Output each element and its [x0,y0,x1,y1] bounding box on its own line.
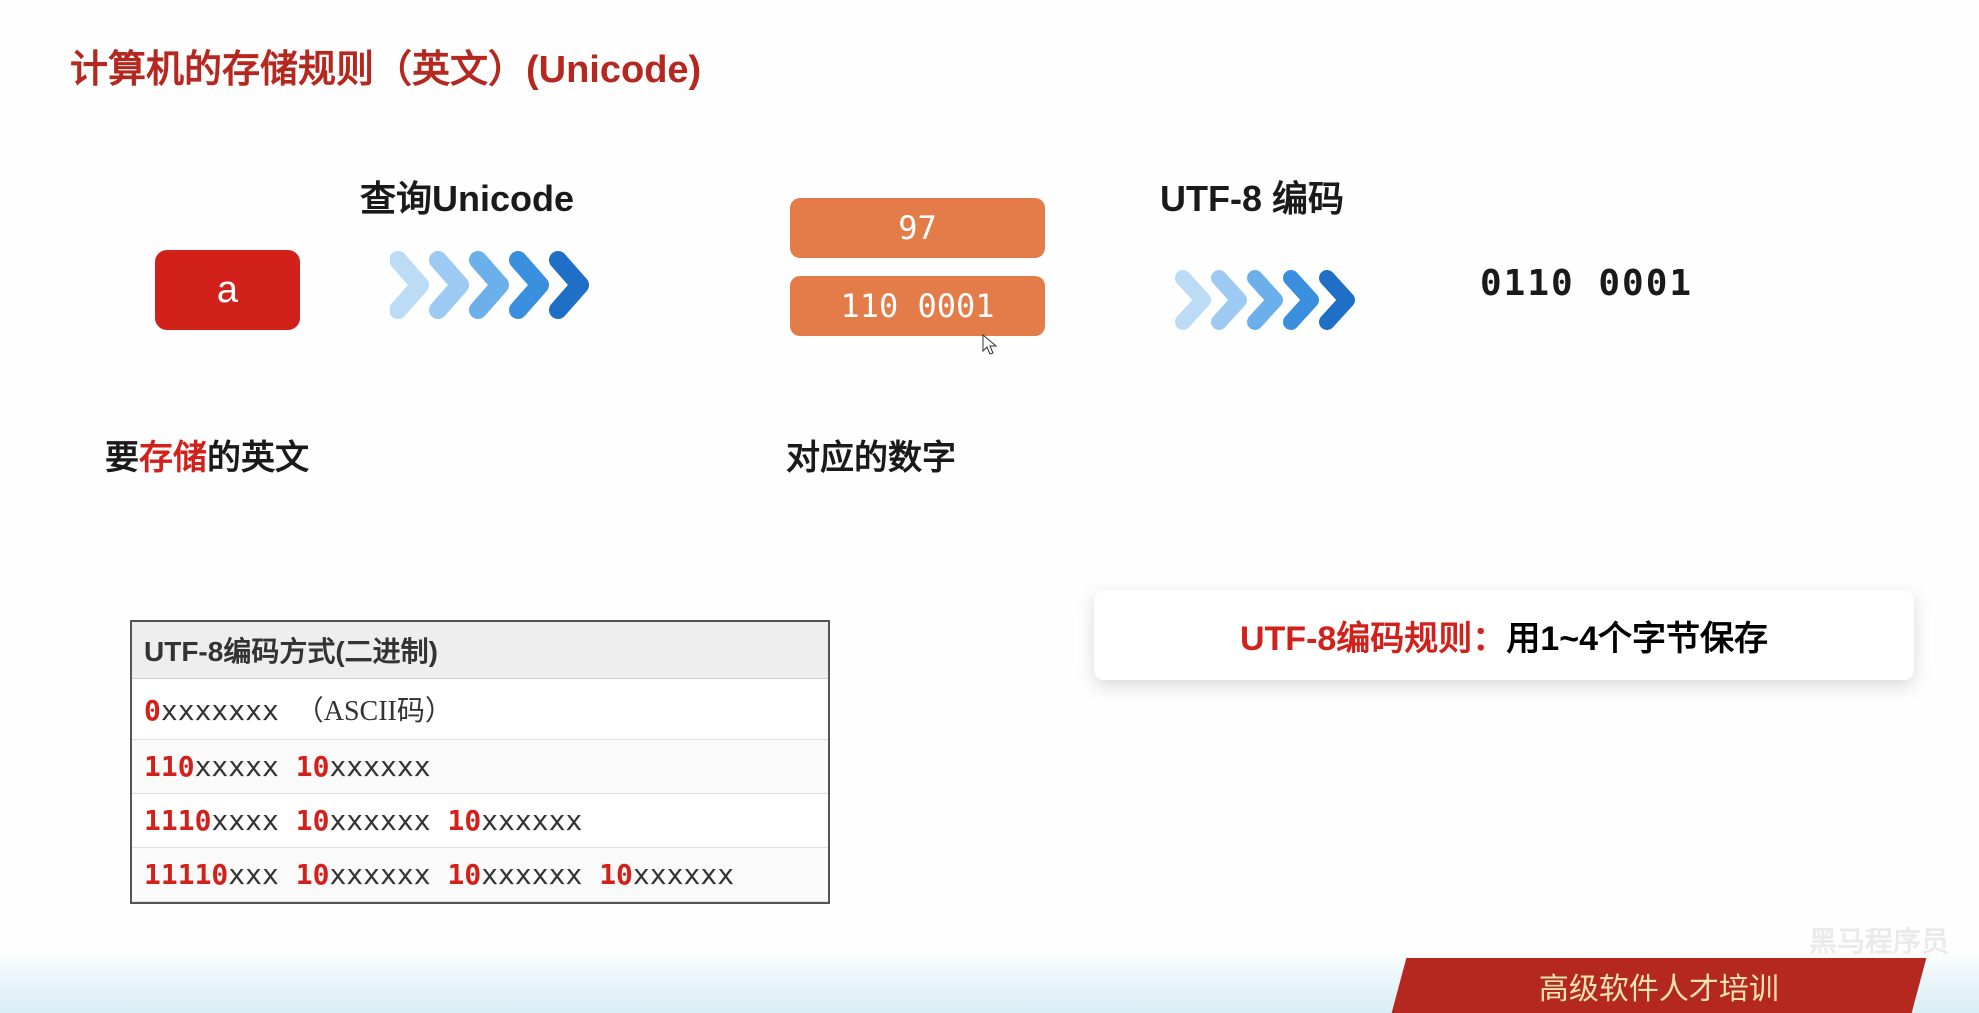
table-row: 0xxxxxxx （ASCII码） [132,679,828,740]
page-title: 计算机的存储规则（英文）(Unicode) [70,38,701,93]
mouse-cursor-icon [982,334,998,361]
unicode-value-boxes: 97 110 0001 [790,198,1045,354]
caption-input: 要存储的英文 [105,430,309,479]
unicode-query-label: 查询Unicode [360,170,574,222]
table-row: 11110xxx 10xxxxxx 10xxxxxx 10xxxxxx [132,848,828,902]
rule-red: UTF-8编码规则： [1240,611,1506,660]
caption-number: 对应的数字 [786,430,956,479]
caption-red: 存储 [139,439,207,477]
utf8-encode-label: UTF-8 编码 [1160,170,1344,222]
arrow-chevrons-right [1175,270,1375,330]
utf8-rule-callout: UTF-8编码规则：用1~4个字节保存 [1094,590,1914,680]
utf8-encoding-table: UTF-8编码方式(二进制) 0xxxxxxx （ASCII码）110xxxxx… [130,620,830,904]
table-row: 110xxxxx 10xxxxxx [132,740,828,794]
footer-banner: 高级软件人才培训 [1392,958,1927,1013]
rule-black: 用1~4个字节保存 [1506,611,1768,660]
decimal-value-box: 97 [790,198,1045,258]
banner-text: 高级软件人才培训 [1539,964,1779,1008]
arrow-chevrons-left [390,250,610,320]
table-header: UTF-8编码方式(二进制) [132,622,828,679]
binary-value-box: 110 0001 [790,276,1045,336]
caption-pre: 要 [105,439,139,477]
input-char-box: a [155,250,300,330]
watermark: 黑马程序员 [1809,920,1949,960]
table-row: 1110xxxx 10xxxxxx 10xxxxxx [132,794,828,848]
utf8-output-binary: 0110 0001 [1480,263,1693,304]
caption-post: 的英文 [207,439,309,477]
